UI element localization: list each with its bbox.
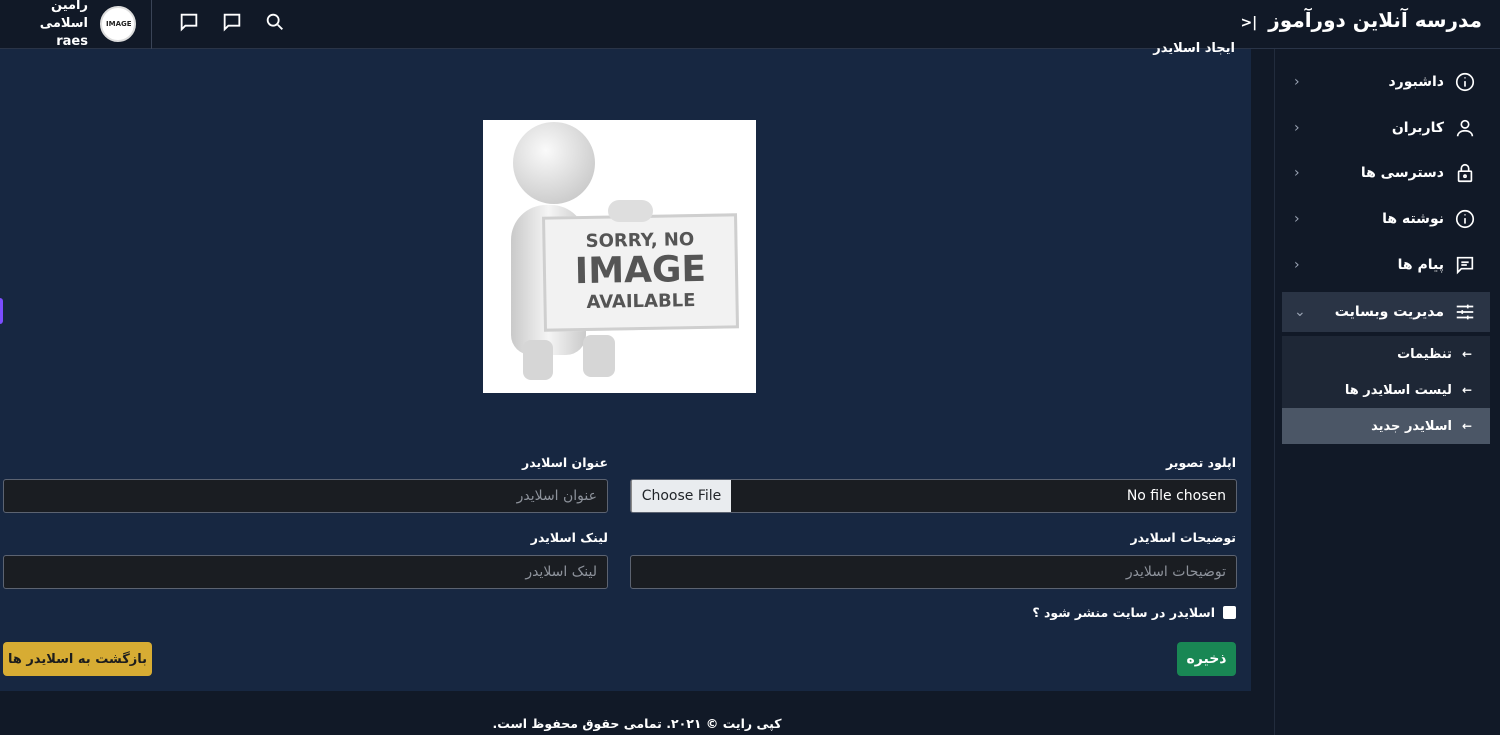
topbar-divider bbox=[151, 0, 152, 49]
top-bar: مدرسه آنلاین دورآموز |< رامین اسلامی rae… bbox=[0, 0, 1500, 49]
link-input[interactable]: لینک اسلایدر bbox=[3, 555, 608, 589]
subnav-item-slider-list[interactable]: ← لیست اسلایدر ها bbox=[1282, 372, 1490, 408]
title-placeholder: عنوان اسلایدر bbox=[516, 488, 597, 504]
chevron-down-icon: ⌄ bbox=[1294, 304, 1306, 320]
footer: کپی رایت © ۲۰۲۱. تمامی حقوق محفوظ است. bbox=[0, 709, 1274, 735]
avatar[interactable]: IMAGE bbox=[100, 6, 136, 42]
main-panel: ایجاد اسلایدر SORRY, NO IMAGE AVAILABLE … bbox=[0, 41, 1251, 691]
publish-label: اسلایدر در سایت منشر شود ؟ bbox=[1032, 605, 1215, 620]
chevron-left-icon: ‹ bbox=[1294, 74, 1300, 90]
info-icon bbox=[1454, 71, 1476, 93]
chevron-left-icon: ‹ bbox=[1294, 257, 1300, 273]
user-info: رامین اسلامی raes bbox=[8, 0, 88, 51]
arrow-left-icon: ← bbox=[1461, 347, 1472, 361]
search-icon[interactable] bbox=[264, 11, 286, 33]
message-icon[interactable] bbox=[221, 11, 243, 33]
arrow-left-icon: ← bbox=[1461, 383, 1472, 397]
description-label: توضیحات اسلایدر bbox=[1130, 530, 1236, 545]
no-file-text: No file chosen bbox=[1126, 488, 1226, 504]
link-label: لینک اسلایدر bbox=[530, 530, 608, 545]
chevron-left-icon: ‹ bbox=[1294, 211, 1300, 227]
upload-label: اپلود تصویر bbox=[1165, 455, 1236, 470]
sidebar-item-label: کاربران bbox=[1391, 120, 1444, 136]
sidebar-item-label: دسترسی ها bbox=[1360, 165, 1444, 181]
subnav-item-label: اسلایدر جدید bbox=[1371, 418, 1452, 434]
sidebar-item-posts[interactable]: نوشته ها ‹ bbox=[1282, 199, 1490, 239]
info-icon bbox=[1454, 208, 1476, 230]
save-button[interactable]: ذخیره bbox=[1177, 642, 1236, 676]
publish-checkbox[interactable] bbox=[1223, 606, 1236, 619]
figure-hand bbox=[608, 200, 653, 222]
lock-icon bbox=[1454, 162, 1476, 184]
sidebar-item-dashboard[interactable]: داشبورد ‹ bbox=[1282, 62, 1490, 102]
sidebar-toggle-icon[interactable]: |< bbox=[1240, 15, 1257, 31]
sign-line-3: AVAILABLE bbox=[586, 290, 696, 313]
brand-title-text: مدرسه آنلاین دورآموز bbox=[1268, 8, 1482, 32]
subnav-item-settings[interactable]: ← تنظیمات bbox=[1282, 336, 1490, 372]
description-placeholder: توضیحات اسلایدر bbox=[1125, 564, 1226, 580]
subnav-item-label: تنظیمات bbox=[1397, 346, 1452, 362]
publish-row: اسلایدر در سایت منشر شود ؟ bbox=[1032, 605, 1236, 620]
sidebar: داشبورد ‹ کاربران ‹ دسترسی ها ‹ نوشته ها… bbox=[1274, 49, 1500, 735]
sidebar-item-website-management[interactable]: مدیریت وبسایت ⌄ bbox=[1282, 292, 1490, 332]
sidebar-subnav: ← تنظیمات ← لیست اسلایدر ها ← اسلایدر جد… bbox=[1282, 336, 1490, 444]
user-icon bbox=[1454, 117, 1476, 139]
copyright-text: کپی رایت © ۲۰۲۱. تمامی حقوق محفوظ است. bbox=[492, 716, 782, 731]
sidebar-item-label: نوشته ها bbox=[1382, 211, 1444, 227]
title-label: عنوان اسلایدر bbox=[522, 455, 608, 470]
title-input[interactable]: عنوان اسلایدر bbox=[3, 479, 608, 513]
figure-leg bbox=[523, 340, 553, 380]
user-profile[interactable]: رامین اسلامی raes IMAGE bbox=[8, 0, 136, 49]
brand-title[interactable]: مدرسه آنلاین دورآموز |< bbox=[1240, 8, 1482, 32]
no-image-sign: SORRY, NO IMAGE AVAILABLE bbox=[542, 213, 739, 332]
figure-leg bbox=[583, 335, 615, 377]
slider-image-preview: SORRY, NO IMAGE AVAILABLE bbox=[483, 120, 756, 393]
scroll-marker bbox=[0, 298, 3, 324]
avatar-text: IMAGE bbox=[106, 20, 132, 28]
content-gutter bbox=[1251, 49, 1274, 709]
sidebar-item-label: داشبورد bbox=[1388, 74, 1445, 90]
image-upload-input[interactable]: Choose File No file chosen bbox=[630, 479, 1237, 513]
description-input[interactable]: توضیحات اسلایدر bbox=[630, 555, 1237, 589]
chevron-left-icon: ‹ bbox=[1294, 120, 1300, 136]
sidebar-item-users[interactable]: کاربران ‹ bbox=[1282, 108, 1490, 148]
sidebar-item-permissions[interactable]: دسترسی ها ‹ bbox=[1282, 153, 1490, 193]
footer-separator bbox=[0, 691, 1251, 709]
back-to-sliders-button[interactable]: بازگشت به اسلایدر ها bbox=[3, 642, 152, 676]
arrow-left-icon: ← bbox=[1461, 419, 1472, 433]
chat-icon[interactable] bbox=[178, 11, 200, 33]
sign-line-2: IMAGE bbox=[574, 248, 707, 293]
sidebar-item-label: پیام ها bbox=[1397, 257, 1444, 273]
message-icon bbox=[1454, 254, 1476, 276]
subnav-item-new-slider[interactable]: ← اسلایدر جدید bbox=[1282, 408, 1490, 444]
chevron-left-icon: ‹ bbox=[1294, 165, 1300, 181]
sliders-icon bbox=[1454, 301, 1476, 323]
choose-file-button[interactable]: Choose File bbox=[631, 480, 731, 512]
user-name: رامین اسلامی bbox=[39, 0, 88, 31]
sidebar-item-messages[interactable]: پیام ها ‹ bbox=[1282, 245, 1490, 285]
figure-head bbox=[513, 122, 595, 204]
sidebar-item-label: مدیریت وبسایت bbox=[1334, 304, 1444, 320]
subnav-item-label: لیست اسلایدر ها bbox=[1344, 382, 1452, 398]
link-placeholder: لینک اسلایدر bbox=[525, 564, 597, 580]
page-title: ایجاد اسلایدر bbox=[1153, 41, 1235, 56]
